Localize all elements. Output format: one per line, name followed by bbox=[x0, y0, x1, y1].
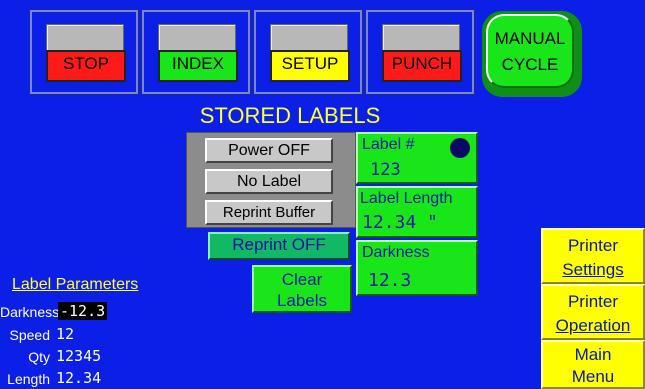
label-parameters-title: Label Parameters bbox=[12, 276, 139, 293]
label-length-title: Label Length bbox=[360, 190, 453, 207]
label-number-title: Label # bbox=[362, 136, 415, 153]
printer-operation-button[interactable]: Printer Operation bbox=[541, 284, 645, 340]
manual-cycle-line2: CYCLE bbox=[501, 55, 559, 74]
clear-labels-line2: Labels bbox=[276, 291, 328, 310]
printer-settings-line1: Printer bbox=[567, 236, 619, 255]
label-number-value: 123 bbox=[370, 160, 401, 180]
param-speed-label: Speed bbox=[9, 327, 50, 343]
reprint-off-button[interactable]: Reprint OFF bbox=[208, 232, 350, 260]
darkness-box: Darkness 12.3 bbox=[356, 240, 478, 296]
printer-operation-line1: Printer bbox=[567, 292, 619, 311]
printer-settings-button[interactable]: Printer Settings bbox=[541, 228, 645, 284]
punch-button[interactable]: PUNCH bbox=[382, 50, 462, 82]
printer-operation-line2: Operation bbox=[555, 316, 631, 335]
clear-labels-line1: Clear bbox=[281, 270, 323, 289]
status-dot-icon bbox=[450, 138, 470, 158]
index-frame: INDEX bbox=[141, 9, 251, 95]
manual-cycle-button[interactable]: MANUAL CYCLE bbox=[486, 14, 574, 88]
reprint-buffer-button[interactable]: Reprint Buffer bbox=[205, 200, 333, 225]
setup-frame: SETUP bbox=[253, 9, 363, 95]
printer-settings-line2: Settings bbox=[562, 260, 624, 279]
setup-button[interactable]: SETUP bbox=[270, 50, 350, 82]
stop-button[interactable]: STOP bbox=[46, 50, 126, 82]
index-button[interactable]: INDEX bbox=[158, 50, 238, 82]
darkness-title: Darkness bbox=[362, 244, 430, 261]
param-length-value[interactable]: 12.34 bbox=[56, 369, 101, 387]
param-qty-value[interactable]: 12345 bbox=[56, 347, 101, 365]
no-label-button[interactable]: No Label bbox=[205, 169, 333, 194]
main-menu-line2: Menu bbox=[571, 367, 615, 386]
label-length-box: Label Length 12.34 " bbox=[356, 186, 478, 238]
param-speed-value[interactable]: 12 bbox=[56, 325, 74, 343]
stop-frame: STOP bbox=[29, 9, 139, 95]
manual-cycle-line1: MANUAL bbox=[494, 29, 566, 48]
power-button[interactable]: Power OFF bbox=[205, 138, 333, 163]
page-title: STORED LABELS bbox=[199, 103, 381, 128]
main-menu-line1: Main bbox=[574, 345, 612, 364]
punch-frame: PUNCH bbox=[365, 9, 475, 95]
param-qty-label: Qty bbox=[28, 349, 50, 365]
label-length-value: 12.34 " bbox=[362, 212, 438, 233]
param-darkness-label: Darkness bbox=[0, 304, 60, 320]
label-number-box: Label # 123 bbox=[356, 132, 478, 184]
param-length-label: Length bbox=[7, 371, 50, 387]
main-menu-button[interactable]: Main Menu bbox=[541, 340, 645, 389]
darkness-value: 12.3 bbox=[368, 270, 412, 291]
clear-labels-button[interactable]: Clear Labels bbox=[252, 265, 352, 313]
param-darkness-value[interactable]: -12.3 bbox=[58, 302, 108, 320]
